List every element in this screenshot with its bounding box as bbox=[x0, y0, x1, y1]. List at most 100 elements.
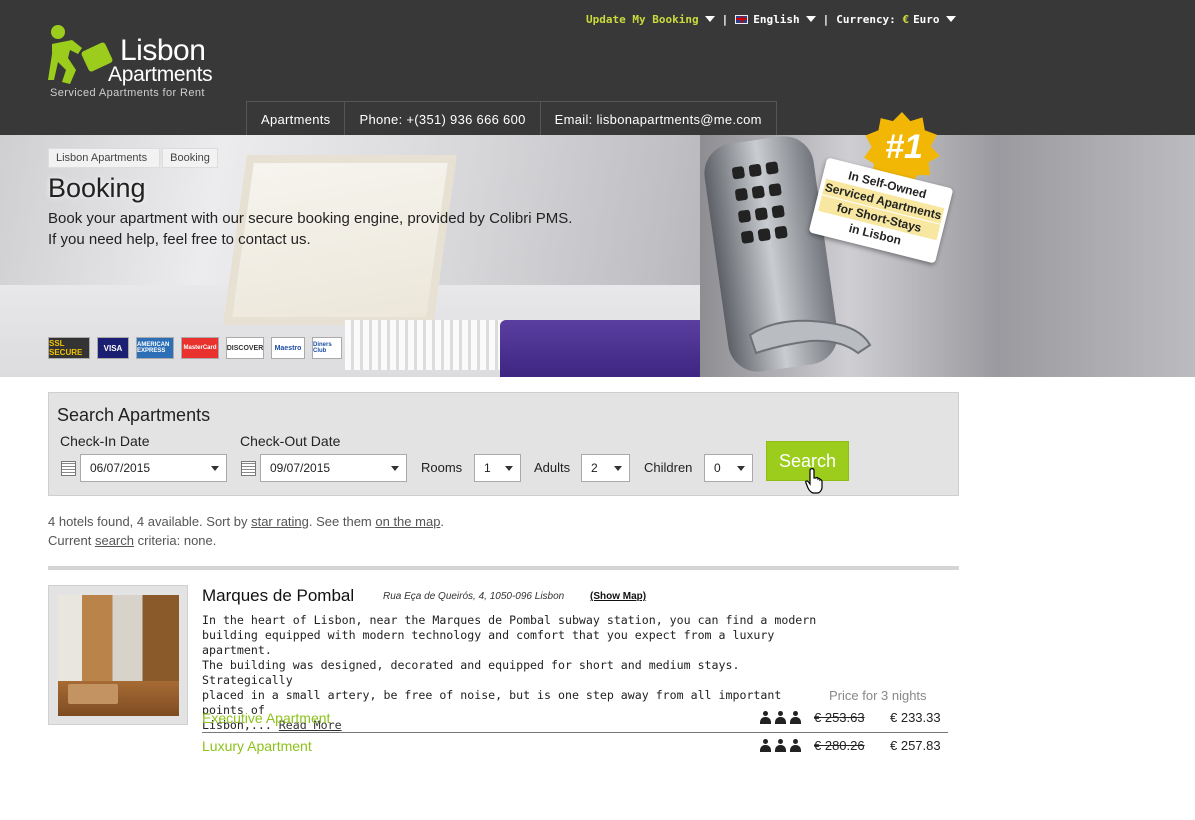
rooms-select[interactable]: 1 bbox=[474, 454, 521, 482]
room-row: Luxury Apartment € 280.26 € 257.83 bbox=[202, 735, 948, 761]
results-summary: 4 hotels found, 4 available. Sort by sta… bbox=[48, 512, 444, 550]
room-link-luxury[interactable]: Luxury Apartment bbox=[202, 738, 312, 754]
person-icon bbox=[790, 711, 801, 724]
description-line: In the heart of Lisbon, near the Marques… bbox=[202, 613, 817, 627]
sort-star-rating-link[interactable]: star rating bbox=[251, 514, 309, 529]
adults-label: Adults bbox=[534, 460, 571, 475]
divider: | bbox=[822, 12, 830, 26]
language-selector[interactable]: English bbox=[753, 13, 799, 26]
children-value: 0 bbox=[714, 461, 721, 475]
door-handle-image bbox=[748, 319, 872, 355]
calendar-icon[interactable] bbox=[241, 461, 256, 476]
children-select[interactable]: 0 bbox=[704, 454, 753, 482]
adults-select[interactable]: 2 bbox=[581, 454, 630, 482]
results-divider bbox=[48, 566, 959, 570]
chevron-down-icon bbox=[614, 466, 622, 471]
mastercard-icon: MasterCard bbox=[181, 337, 219, 359]
results-text: criteria: none. bbox=[134, 533, 217, 548]
update-booking-link[interactable]: Update My Booking bbox=[586, 13, 699, 26]
results-text: . bbox=[440, 514, 445, 529]
logo-tagline: Serviced Apartments for Rent bbox=[50, 87, 205, 99]
badge-number: #1 bbox=[885, 128, 923, 166]
page-description-line: If you need help, feel free to contact u… bbox=[48, 231, 311, 248]
person-icon bbox=[760, 711, 771, 724]
site-logo[interactable]: Lisbon Apartments Serviced Apartments fo… bbox=[48, 24, 218, 104]
checkout-label: Check-Out Date bbox=[240, 433, 341, 449]
chevron-down-icon[interactable] bbox=[805, 16, 816, 22]
rooms-label: Rooms bbox=[421, 460, 463, 475]
amex-icon: AMERICAN EXPRESS bbox=[136, 337, 174, 359]
hotel-address: Rua Eça de Queirós, 4, 1050-096 Lisbon bbox=[383, 591, 565, 602]
diners-club-icon: Diners Club bbox=[312, 337, 342, 359]
room-row: Executive Apartment € 253.63 € 233.33 bbox=[202, 707, 948, 733]
breadcrumb-current: Booking bbox=[162, 148, 218, 168]
description-line: The building was designed, decorated and… bbox=[202, 658, 740, 687]
results-text: Current bbox=[48, 533, 95, 548]
main-nav: Apartments Phone: +(351) 936 666 600 Ema… bbox=[246, 101, 777, 136]
breadcrumb: Lisbon Apartments Booking bbox=[48, 148, 218, 168]
nav-phone[interactable]: Phone: +(351) 936 666 600 bbox=[345, 102, 541, 136]
nav-email[interactable]: Email: lisbonapartments@me.com bbox=[541, 102, 777, 136]
person-icon bbox=[790, 739, 801, 752]
hotel-thumbnail[interactable] bbox=[48, 585, 188, 725]
old-price: € 253.63 bbox=[814, 710, 865, 725]
rooms-value: 1 bbox=[484, 461, 491, 475]
children-label: Children bbox=[644, 460, 693, 475]
checkout-date-select[interactable]: 09/07/2015 bbox=[260, 454, 407, 482]
chevron-down-icon[interactable] bbox=[945, 16, 956, 22]
chevron-down-icon bbox=[211, 466, 219, 471]
page-description-line: Book your apartment with our secure book… bbox=[48, 210, 573, 227]
top-utility-bar: Update My Booking | English | Currency: … bbox=[586, 11, 956, 27]
search-title: Search Apartments bbox=[57, 405, 211, 425]
results-text: . See them bbox=[308, 514, 376, 529]
checkin-label: Check-In Date bbox=[60, 433, 150, 449]
chevron-down-icon[interactable] bbox=[704, 16, 715, 22]
adults-value: 2 bbox=[591, 461, 598, 475]
hand-cursor-icon bbox=[805, 468, 823, 494]
see-on-map-link[interactable]: on the map bbox=[375, 514, 440, 529]
chevron-down-icon bbox=[737, 466, 745, 471]
show-map-link[interactable]: (Show Map) bbox=[590, 591, 646, 602]
guest-capacity bbox=[760, 739, 801, 752]
checkout-date-value: 09/07/2015 bbox=[270, 461, 331, 475]
ssl-secure-icon: SSL SECURE bbox=[48, 337, 90, 359]
photo-table bbox=[68, 684, 118, 704]
results-count-text: 4 hotels found, 4 available. Sort by bbox=[48, 514, 252, 529]
breadcrumb-home[interactable]: Lisbon Apartments bbox=[48, 148, 161, 168]
currency-label: Currency: bbox=[836, 12, 896, 26]
currency-selector[interactable]: Euro bbox=[913, 13, 940, 26]
price-note: Price for 3 nights bbox=[829, 688, 927, 703]
checkin-date-select[interactable]: 06/07/2015 bbox=[80, 454, 227, 482]
page-title: Booking bbox=[48, 173, 146, 203]
logo-name-line2: Apartments bbox=[108, 63, 213, 86]
hotel-name[interactable]: Marques de Pombal bbox=[202, 586, 354, 606]
guest-capacity bbox=[760, 711, 801, 724]
nav-apartments[interactable]: Apartments bbox=[247, 102, 346, 136]
results-line: 4 hotels found, 4 available. Sort by sta… bbox=[48, 512, 444, 531]
discover-icon: DISCOVER bbox=[226, 337, 264, 359]
chevron-down-icon bbox=[391, 466, 399, 471]
room-link-executive[interactable]: Executive Apartment bbox=[202, 710, 330, 726]
logo-name-line1: Lisbon bbox=[120, 34, 206, 67]
current-search-link[interactable]: search bbox=[95, 533, 134, 548]
calendar-icon[interactable] bbox=[61, 461, 76, 476]
uk-flag-icon bbox=[735, 14, 749, 24]
page-description: Book your apartment with our secure book… bbox=[48, 208, 668, 250]
logo-traveler-icon bbox=[48, 25, 113, 84]
person-icon bbox=[775, 739, 786, 752]
description-line: building equipped with modern technology… bbox=[202, 628, 775, 657]
new-price: € 257.83 bbox=[890, 738, 941, 753]
maestro-icon: Maestro bbox=[271, 337, 305, 359]
currency-symbol: € bbox=[902, 12, 910, 26]
results-line: Current search criteria: none. bbox=[48, 531, 444, 550]
chevron-down-icon bbox=[505, 466, 513, 471]
hotel-photo bbox=[58, 595, 179, 716]
new-price: € 233.33 bbox=[890, 710, 941, 725]
keypad-icon bbox=[727, 157, 793, 254]
divider: | bbox=[721, 12, 729, 26]
visa-icon: VISA bbox=[97, 337, 129, 359]
checkin-date-value: 06/07/2015 bbox=[90, 461, 151, 475]
badge-label: In Self-Owned Serviced Apartments for Sh… bbox=[808, 157, 954, 264]
person-icon bbox=[760, 739, 771, 752]
old-price: € 280.26 bbox=[814, 738, 865, 753]
